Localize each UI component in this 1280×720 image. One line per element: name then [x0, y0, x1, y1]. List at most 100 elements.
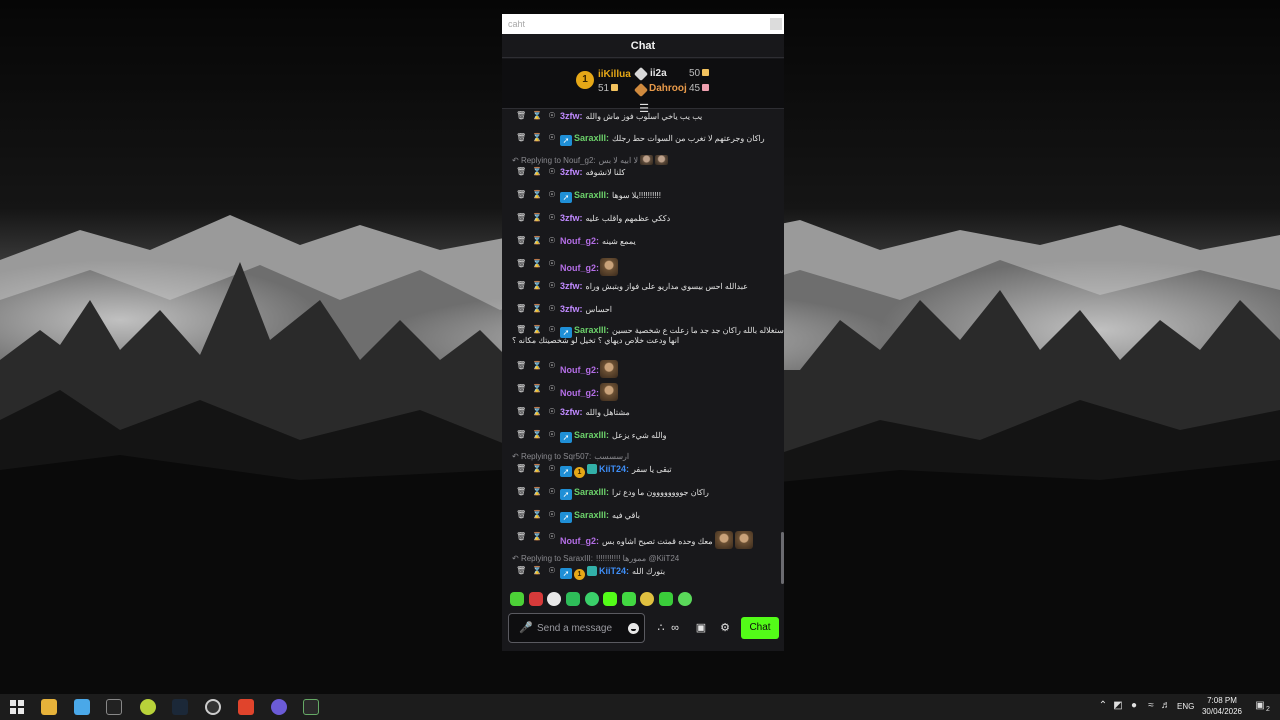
ban-shield-icon[interactable]: ☉: [548, 213, 556, 222]
delete-icon[interactable]: 🗑: [516, 510, 526, 519]
chat-username[interactable]: Nouf_g2:: [560, 236, 599, 246]
leaderboard-first-name[interactable]: iiKillua: [598, 69, 631, 80]
windows-start-icon[interactable]: [9, 699, 25, 715]
discord-icon[interactable]: [271, 699, 287, 715]
leaderboard-third-name[interactable]: Dahrooj: [649, 83, 687, 94]
chat-username[interactable]: KiiT24:: [599, 566, 629, 576]
emote-button[interactable]: [603, 592, 617, 606]
emote-button[interactable]: [547, 592, 561, 606]
message-input-box[interactable]: 🎤: [508, 613, 645, 643]
send-chat-button[interactable]: Chat: [741, 617, 779, 639]
timeout-icon[interactable]: ⌛: [532, 281, 542, 290]
store-icon[interactable]: ▣: [694, 621, 708, 635]
chat-message-list[interactable]: 🗑 ⌛ ☉ 3zfw: يب يب ياخي اسلوب فوز ماش والله 🗑 ⌛…: [502, 110, 784, 586]
timeout-icon[interactable]: ⌛: [532, 384, 542, 393]
ban-shield-icon[interactable]: ☉: [548, 464, 556, 473]
timeout-icon[interactable]: ⌛: [532, 133, 542, 142]
timeout-icon[interactable]: ⌛: [532, 190, 542, 199]
ban-shield-icon[interactable]: ☉: [548, 281, 556, 290]
leaderboard-second-name[interactable]: ii2a: [650, 68, 667, 79]
language-indicator[interactable]: ENG: [1177, 702, 1194, 711]
chat-username[interactable]: Nouf_g2:: [560, 365, 599, 375]
delete-icon[interactable]: 🗑: [516, 464, 526, 473]
delete-icon[interactable]: 🗑: [516, 430, 526, 439]
chat-username[interactable]: SaraxIII:: [574, 133, 609, 143]
settings-gear-icon[interactable]: ⚙: [718, 621, 732, 635]
delete-icon[interactable]: 🗑: [516, 407, 526, 416]
ban-shield-icon[interactable]: ☉: [548, 510, 556, 519]
timeout-icon[interactable]: ⌛: [532, 259, 542, 268]
microphone-icon[interactable]: 🎤: [519, 622, 533, 635]
emote-button[interactable]: [585, 592, 599, 606]
delete-icon[interactable]: 🗑: [516, 325, 526, 334]
chat-scrollbar[interactable]: [781, 532, 784, 584]
delete-icon[interactable]: 🗑: [516, 487, 526, 496]
reply-context[interactable]: ↶ Replying to SaraxIII:!!!!!!!!!!! مموره…: [512, 554, 772, 564]
microphone-tray-icon[interactable]: ●: [1128, 700, 1140, 712]
timeout-icon[interactable]: ⌛: [532, 111, 542, 120]
timeout-icon[interactable]: ⌛: [532, 304, 542, 313]
infinity-icon[interactable]: ∞: [668, 621, 682, 635]
chat-username[interactable]: 3zfw:: [560, 281, 583, 291]
address-bar[interactable]: caht: [502, 14, 784, 34]
chat-username[interactable]: 3zfw:: [560, 407, 583, 417]
ban-shield-icon[interactable]: ☉: [548, 133, 556, 142]
timeout-icon[interactable]: ⌛: [532, 510, 542, 519]
chat-username[interactable]: SaraxIII:: [574, 325, 609, 335]
chat-username[interactable]: 3zfw:: [560, 213, 583, 223]
steam-icon[interactable]: [172, 699, 188, 715]
emote-button[interactable]: [510, 592, 524, 606]
chat-username[interactable]: 3zfw:: [560, 304, 583, 314]
chat-username[interactable]: Nouf_g2:: [560, 388, 599, 398]
emote-button[interactable]: [678, 592, 692, 606]
timeout-icon[interactable]: ⌛: [532, 236, 542, 245]
timeout-icon[interactable]: ⌛: [532, 532, 542, 541]
chat-username[interactable]: 3zfw:: [560, 111, 583, 121]
timeout-icon[interactable]: ⌛: [532, 407, 542, 416]
delete-icon[interactable]: 🗑: [516, 111, 526, 120]
delete-icon[interactable]: 🗑: [516, 532, 526, 541]
delete-icon[interactable]: 🗑: [516, 304, 526, 313]
delete-icon[interactable]: 🗑: [516, 281, 526, 290]
delete-icon[interactable]: 🗑: [516, 259, 526, 268]
address-bar-button[interactable]: [770, 18, 782, 30]
ban-shield-icon[interactable]: ☉: [548, 430, 556, 439]
delete-icon[interactable]: 🗑: [516, 384, 526, 393]
emote-button[interactable]: [659, 592, 673, 606]
delete-icon[interactable]: 🗑: [516, 361, 526, 370]
delete-icon[interactable]: 🗑: [516, 190, 526, 199]
ban-shield-icon[interactable]: ☉: [548, 384, 556, 393]
timeout-icon[interactable]: ⌛: [532, 361, 542, 370]
timeout-icon[interactable]: ⌛: [532, 325, 542, 334]
brave-browser-icon[interactable]: [238, 699, 254, 715]
timeout-icon[interactable]: ⌛: [532, 464, 542, 473]
chat-username[interactable]: SaraxIII:: [574, 430, 609, 440]
timeout-icon[interactable]: ⌛: [532, 430, 542, 439]
tiktok-icon[interactable]: [106, 699, 122, 715]
ban-shield-icon[interactable]: ☉: [548, 325, 556, 334]
volume-icon[interactable]: ♬: [1160, 700, 1172, 712]
reply-context[interactable]: ↶ Replying to Nouf_g2: لا ابيه لا بس: [512, 155, 772, 166]
ban-shield-icon[interactable]: ☉: [548, 304, 556, 313]
chat-username[interactable]: KiiT24:: [599, 464, 629, 474]
emoji-icon[interactable]: [628, 623, 639, 634]
emote-button[interactable]: [529, 592, 543, 606]
file-explorer-icon[interactable]: [41, 699, 57, 715]
obs-icon[interactable]: [205, 699, 221, 715]
chat-username[interactable]: 3zfw:: [560, 167, 583, 177]
reply-context[interactable]: ↶ Replying to Sqr507: ارسسسب: [512, 452, 772, 462]
delete-icon[interactable]: 🗑: [516, 566, 526, 575]
emote-button[interactable]: [622, 592, 636, 606]
app-green-icon[interactable]: [140, 699, 156, 715]
chat-username[interactable]: SaraxIII:: [574, 190, 609, 200]
emote-button[interactable]: [566, 592, 580, 606]
ban-shield-icon[interactable]: ☉: [548, 361, 556, 370]
excel-icon[interactable]: [303, 699, 319, 715]
ban-shield-icon[interactable]: ☉: [548, 566, 556, 575]
store-app-icon[interactable]: [74, 699, 90, 715]
chat-username[interactable]: Nouf_g2:: [560, 263, 599, 273]
wifi-icon[interactable]: ≈: [1145, 700, 1157, 712]
ban-shield-icon[interactable]: ☉: [548, 487, 556, 496]
clock-time[interactable]: 7:08 PM: [1202, 696, 1242, 705]
ban-shield-icon[interactable]: ☉: [548, 259, 556, 268]
